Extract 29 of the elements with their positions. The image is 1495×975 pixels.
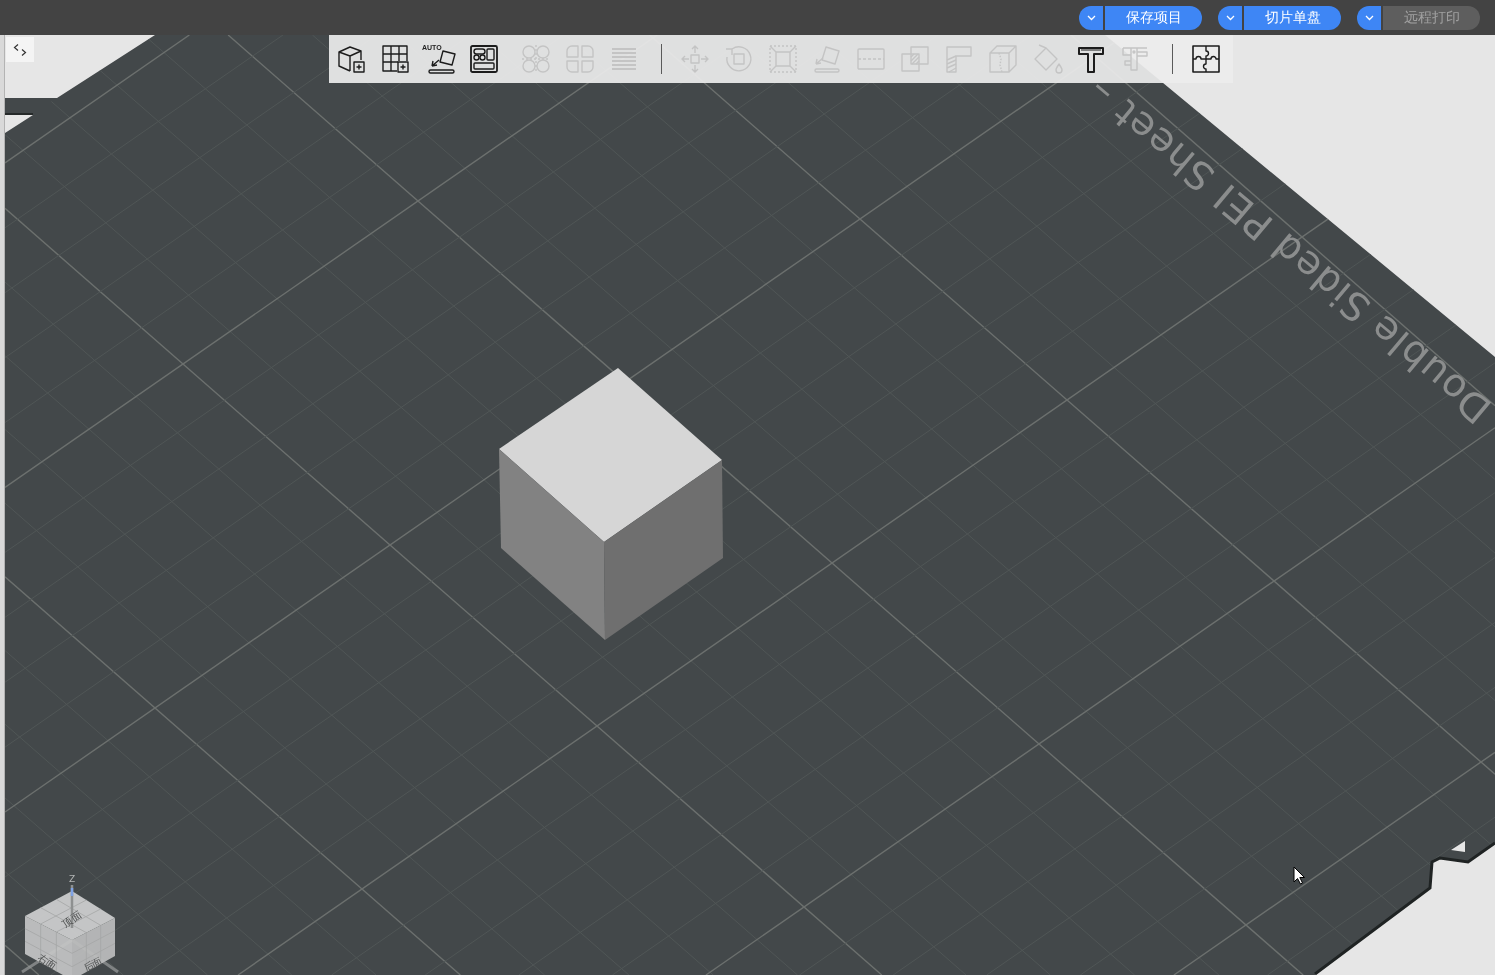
rotate-icon — [723, 43, 755, 75]
dropdown-button[interactable] — [1079, 5, 1103, 30]
chevron-down-icon — [1225, 14, 1235, 21]
scale-corners-icon — [767, 43, 799, 75]
split-shapes-icon — [564, 43, 596, 75]
puzzle-icon — [1190, 43, 1222, 75]
circles-icon — [520, 43, 552, 75]
grid-plus-icon — [380, 43, 412, 75]
slice-plate-button[interactable]: 切片单盘 — [1244, 5, 1341, 30]
cube-seam-icon — [987, 43, 1019, 75]
hatched-pillar-icon — [943, 43, 975, 75]
face-label: 后面 — [81, 955, 105, 975]
chevron-down-icon — [1086, 14, 1096, 21]
layout-icon — [468, 43, 500, 75]
save-project-button[interactable]: 保存项目 — [1105, 5, 1202, 30]
face-label: 顶面 — [60, 909, 84, 930]
dropdown-button[interactable] — [1218, 5, 1242, 30]
view-cube[interactable]: Z 顶面 右面 后面 — [20, 868, 120, 975]
move-arrows-icon — [679, 43, 711, 75]
overlap-squares-icon — [899, 43, 931, 75]
cube-plus-icon — [336, 43, 368, 75]
dropdown-button[interactable] — [1357, 5, 1381, 30]
chevrons-icon — [13, 42, 27, 57]
axis-label: Z — [68, 874, 76, 884]
mouse-pointer-icon — [1293, 866, 1305, 885]
chevron-down-icon — [1364, 14, 1374, 21]
panel-toggle-button[interactable] — [6, 37, 34, 62]
face-label: 右面 — [35, 951, 59, 972]
tilted-square-icon — [811, 43, 843, 75]
